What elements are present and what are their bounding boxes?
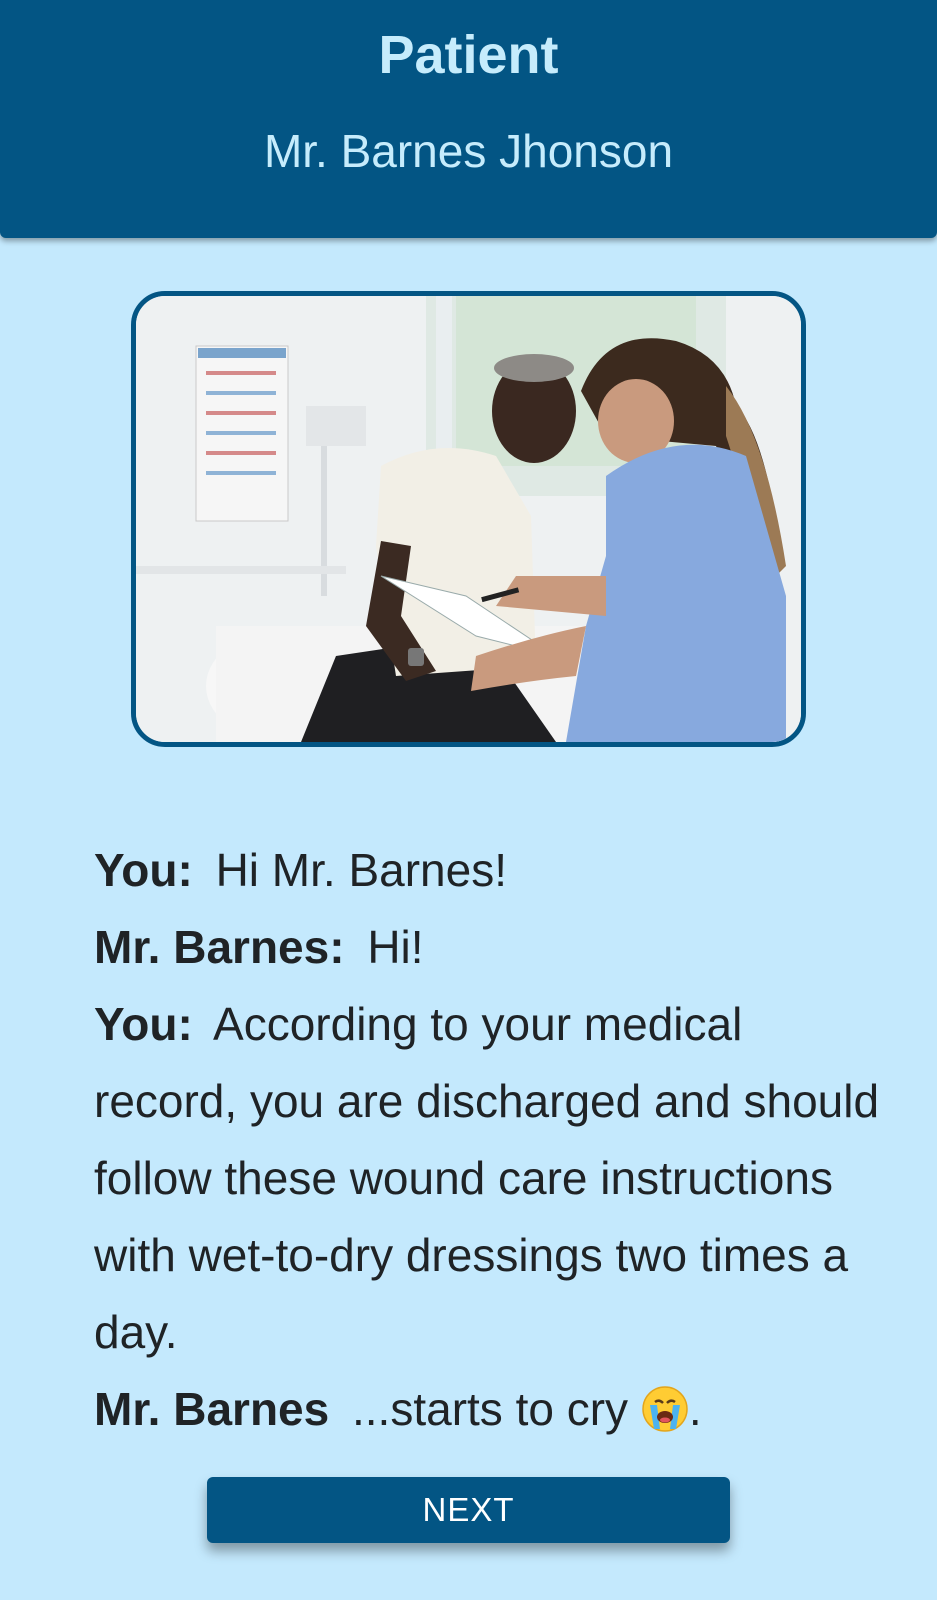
speaker-label: Mr. Barnes: bbox=[94, 921, 345, 973]
speaker-label: Mr. Barnes bbox=[94, 1383, 330, 1435]
header: Patient Mr. Barnes Jhonson bbox=[0, 0, 937, 238]
patient-name: Mr. Barnes Jhonson bbox=[263, 125, 674, 177]
dialogue-line: You: Hi Mr. Barnes! bbox=[94, 832, 894, 909]
speaker-label: You: bbox=[94, 998, 193, 1050]
patient-photo bbox=[131, 291, 806, 747]
dialogue-line: Mr. Barnes ...starts to cry . bbox=[94, 1371, 894, 1448]
patient-nurse-photo bbox=[136, 296, 801, 742]
dialogue-suffix: . bbox=[688, 1383, 702, 1435]
dialogue: You: Hi Mr. Barnes! Mr. Barnes: Hi! You:… bbox=[94, 832, 894, 1448]
dialogue-text: ...starts to cry bbox=[352, 1383, 629, 1435]
dialogue-line: Mr. Barnes: Hi! bbox=[94, 909, 894, 986]
dialogue-text: Hi! bbox=[367, 921, 424, 973]
next-button[interactable]: NEXT bbox=[207, 1477, 730, 1543]
page-title: Patient bbox=[378, 25, 559, 85]
dialogue-text: Hi Mr. Barnes! bbox=[215, 844, 507, 896]
crying-face-icon bbox=[642, 1386, 688, 1432]
speaker-label: You: bbox=[94, 844, 193, 896]
dialogue-text: According to your medical record, you ar… bbox=[94, 998, 880, 1358]
dialogue-line: You: According to your medical record, y… bbox=[94, 986, 894, 1371]
